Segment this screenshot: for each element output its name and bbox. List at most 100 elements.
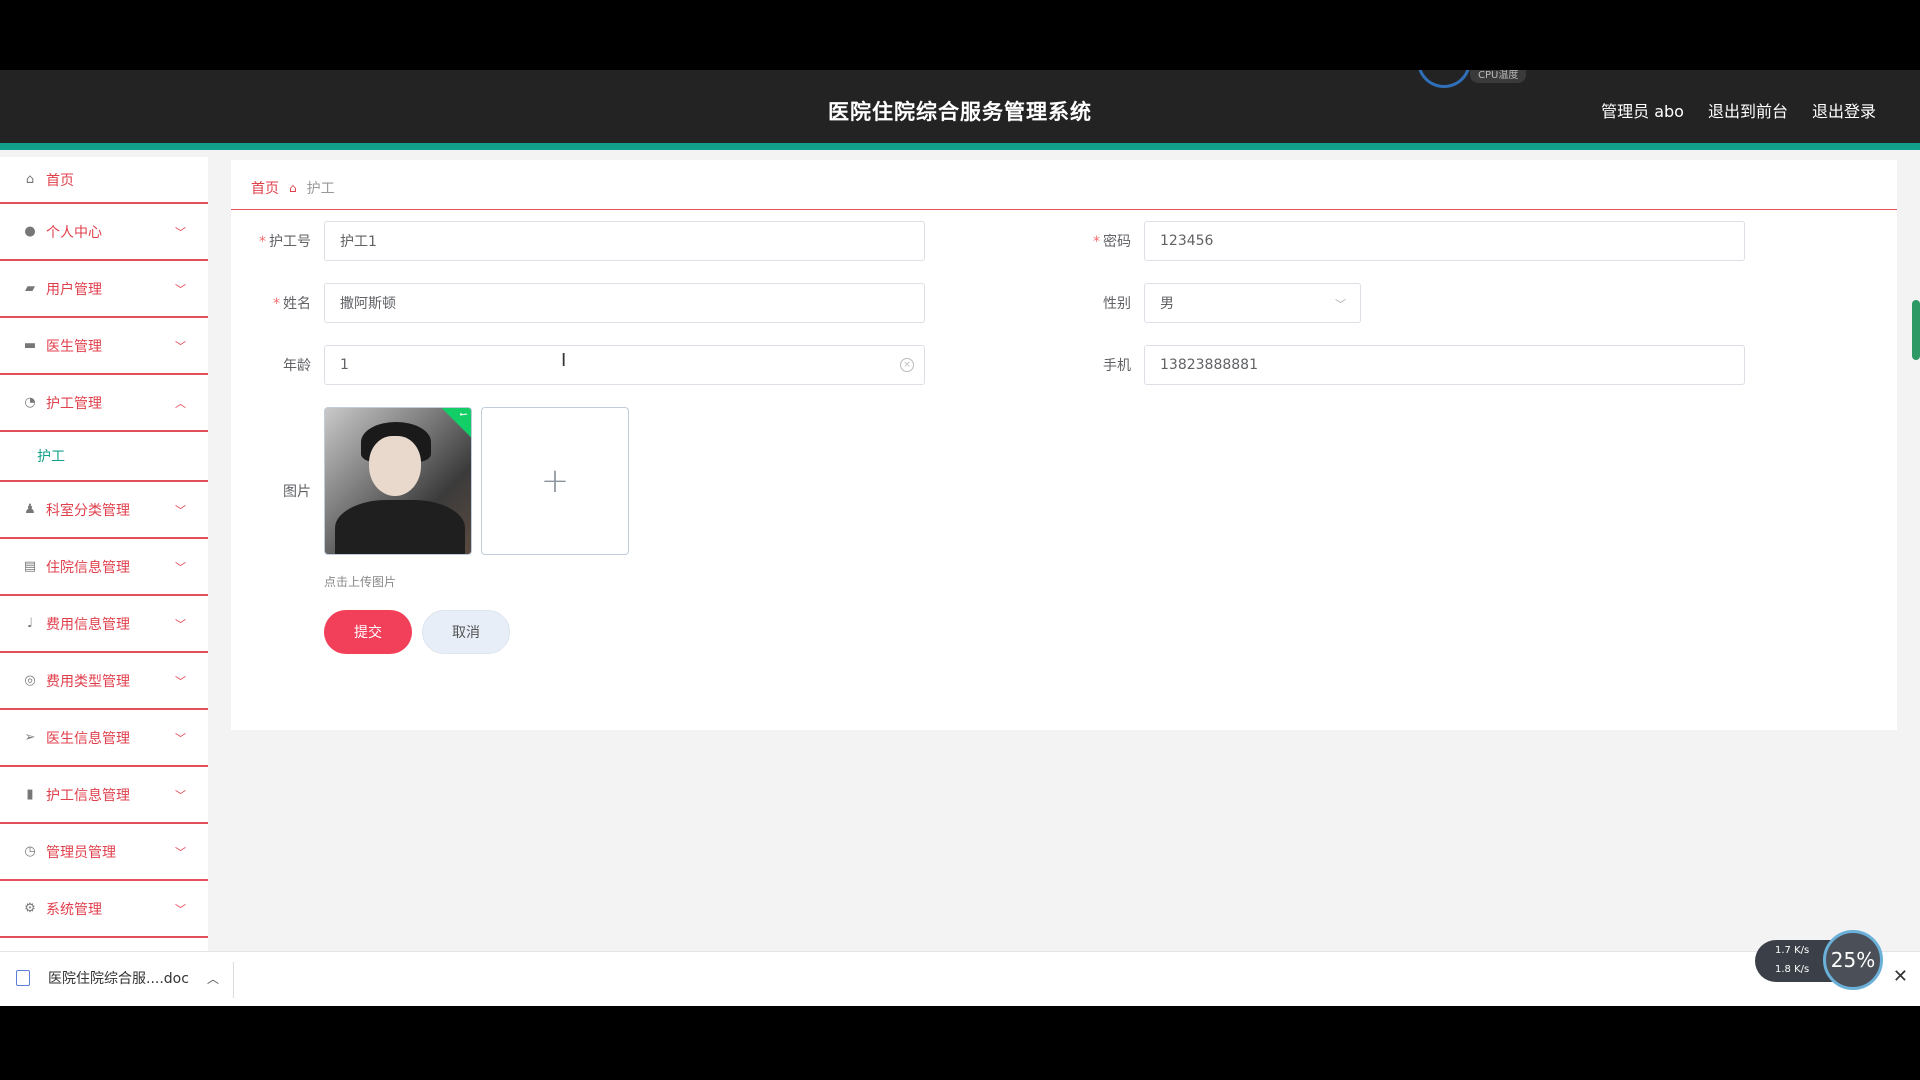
memory-percent: 25% bbox=[1823, 930, 1883, 990]
submit-button[interactable]: 提交 bbox=[324, 610, 412, 654]
sidebar-item-departments[interactable]: ♟ 科室分类管理 ﹀ bbox=[0, 482, 208, 539]
upload-button[interactable]: + bbox=[481, 407, 629, 555]
breadcrumb-current: 护工 bbox=[306, 181, 335, 197]
password-input[interactable]: 123456 bbox=[1144, 221, 1745, 261]
download-divider bbox=[233, 962, 234, 998]
chart-icon: ▮ bbox=[26, 787, 34, 802]
image-label: 图片 bbox=[283, 484, 311, 500]
download-speed: 1.8 K/s bbox=[1775, 964, 1810, 975]
sidebar-item-users[interactable]: ▰ 用户管理 ﹀ bbox=[0, 261, 208, 318]
sidebar-item-fees[interactable]: ♩ 费用信息管理 ﹀ bbox=[0, 596, 208, 653]
ticket-icon: ▰ bbox=[25, 281, 35, 296]
nurse-no-input[interactable]: 护工1 bbox=[324, 221, 925, 261]
top-header: CPU温度 医院住院综合服务管理系统 管理员 abo 退出到前台 退出登录 bbox=[0, 70, 1920, 150]
net-speed-widget: 1.7 K/s 1.8 K/s 25% bbox=[1755, 930, 1883, 990]
person-icon: ♟ bbox=[24, 502, 36, 517]
send-icon: ➢ bbox=[24, 730, 36, 745]
breadcrumb: 首页 ⌂ 护工 bbox=[251, 178, 335, 198]
sidebar-item-label: 住院信息管理 bbox=[46, 559, 130, 576]
cancel-button[interactable]: 取消 bbox=[422, 610, 510, 654]
uploaded-image[interactable]: ✓ bbox=[324, 407, 472, 555]
sidebar-item-label: 医生管理 bbox=[46, 338, 102, 355]
phone-input[interactable]: 13823888881 bbox=[1144, 345, 1745, 385]
chevron-up-icon: ︿ bbox=[175, 397, 186, 410]
chevron-down-icon: ﹀ bbox=[175, 618, 186, 631]
sidebar-item-profile[interactable]: ● 个人中心 ﹀ bbox=[0, 204, 208, 261]
chevron-up-icon[interactable]: ︿ bbox=[207, 970, 219, 987]
sidebar-item-nurses[interactable]: ◔ 护工管理 ︿ bbox=[0, 375, 208, 432]
chevron-down-icon: ﹀ bbox=[175, 561, 186, 574]
chevron-down-icon: ﹀ bbox=[175, 675, 186, 688]
chat-icon: ▤ bbox=[23, 559, 37, 574]
clear-icon[interactable]: × bbox=[900, 358, 914, 372]
chevron-down-icon: ﹀ bbox=[175, 283, 186, 296]
gender-select[interactable]: 男 ﹀ bbox=[1144, 283, 1361, 323]
age-label: 年龄 bbox=[283, 358, 311, 374]
name-label: * 姓名 bbox=[273, 296, 311, 312]
sidebar-subitem-nurse[interactable]: 护工 bbox=[0, 432, 208, 482]
sidebar-item-label: 护工管理 bbox=[46, 395, 102, 412]
monitor-icon: ▬ bbox=[23, 338, 37, 353]
sidebar-item-home[interactable]: ⌂ 首页 bbox=[0, 157, 208, 204]
sidebar-item-label: 管理员管理 bbox=[46, 844, 116, 861]
logout-link[interactable]: 退出登录 bbox=[1812, 98, 1876, 122]
sidebar-item-doctor-info[interactable]: ➢ 医生信息管理 ﹀ bbox=[0, 710, 208, 767]
chevron-down-icon: ﹀ bbox=[175, 846, 186, 859]
gauge-icon: ◔ bbox=[24, 395, 36, 410]
settings-icon: ⚙ bbox=[24, 901, 36, 916]
sidebar-item-label: 医生信息管理 bbox=[46, 730, 130, 747]
sidebar-item-label: 用户管理 bbox=[46, 281, 102, 298]
password-label: * 密码 bbox=[1093, 234, 1131, 250]
sidebar-item-label: 护工信息管理 bbox=[46, 787, 130, 804]
current-user: 管理员 abo bbox=[1601, 102, 1684, 121]
chevron-down-icon: ﹀ bbox=[175, 789, 186, 802]
cpu-label: CPU温度 bbox=[1470, 70, 1527, 83]
upload-speed: 1.7 K/s bbox=[1775, 945, 1810, 956]
sidebar-item-label: 个人中心 bbox=[46, 224, 102, 241]
download-filename: 医院住院综合服....doc bbox=[48, 971, 189, 987]
text-cursor-icon: I bbox=[561, 350, 567, 371]
close-icon[interactable]: ✕ bbox=[1893, 966, 1908, 987]
gender-value: 男 bbox=[1160, 296, 1174, 312]
sidebar-item-nurse-info[interactable]: ▮ 护工信息管理 ﹀ bbox=[0, 767, 208, 824]
upload-tip: 点击上传图片 bbox=[324, 575, 397, 589]
clock-icon: ◷ bbox=[24, 844, 36, 859]
age-value: 1 bbox=[340, 357, 349, 373]
doc-file-icon bbox=[16, 970, 30, 986]
plus-icon: + bbox=[540, 461, 570, 501]
sidebar-item-label: 首页 bbox=[46, 172, 74, 189]
home-icon: ⌂ bbox=[25, 172, 35, 187]
home-icon: ⌂ bbox=[289, 181, 297, 195]
compass-icon: ◎ bbox=[24, 673, 36, 688]
sidebar-item-inpatient[interactable]: ▤ 住院信息管理 ﹀ bbox=[0, 539, 208, 596]
download-bar: 医院住院综合服....doc ︿ ✕ bbox=[0, 951, 1920, 1006]
nurse-no-label: * 护工号 bbox=[259, 234, 311, 250]
sidebar-item-label: 系统管理 bbox=[46, 901, 102, 918]
form-card: 首页 ⌂ 护工 * 护工号 护工1 * 密码 123456 * 姓名 撒阿斯顿 性别 … bbox=[231, 160, 1897, 730]
top-links: 管理员 abo 退出到前台 退出登录 bbox=[1601, 98, 1876, 122]
mic-icon: ♩ bbox=[26, 616, 34, 631]
chevron-down-icon: ﹀ bbox=[175, 903, 186, 916]
user-icon: ● bbox=[24, 224, 36, 239]
cpu-widget bbox=[1417, 70, 1471, 88]
gender-label: 性别 bbox=[1103, 296, 1131, 312]
check-icon: ✓ bbox=[438, 408, 471, 440]
breadcrumb-divider bbox=[231, 209, 1897, 210]
sidebar-item-system[interactable]: ⚙ 系统管理 ﹀ bbox=[0, 881, 208, 938]
to-front-link[interactable]: 退出到前台 bbox=[1708, 98, 1788, 122]
age-input[interactable]: 1 × bbox=[324, 345, 925, 385]
breadcrumb-home[interactable]: 首页 bbox=[251, 178, 279, 198]
page-scrollbar[interactable] bbox=[1912, 300, 1920, 360]
chevron-down-icon: ﹀ bbox=[175, 226, 186, 239]
sidebar-item-admins[interactable]: ◷ 管理员管理 ﹀ bbox=[0, 824, 208, 881]
chevron-down-icon: ﹀ bbox=[175, 340, 186, 353]
sidebar-item-fee-types[interactable]: ◎ 费用类型管理 ﹀ bbox=[0, 653, 208, 710]
sidebar-item-label: 科室分类管理 bbox=[46, 502, 130, 519]
sidebar-item-label: 费用信息管理 bbox=[46, 616, 130, 633]
download-item[interactable]: 医院住院综合服....doc ︿ bbox=[16, 968, 219, 988]
name-input[interactable]: 撒阿斯顿 bbox=[324, 283, 925, 323]
chevron-down-icon: ﹀ bbox=[175, 504, 186, 517]
phone-label: 手机 bbox=[1103, 358, 1131, 374]
chevron-down-icon: ﹀ bbox=[1335, 298, 1346, 311]
sidebar-item-doctors[interactable]: ▬ 医生管理 ﹀ bbox=[0, 318, 208, 375]
